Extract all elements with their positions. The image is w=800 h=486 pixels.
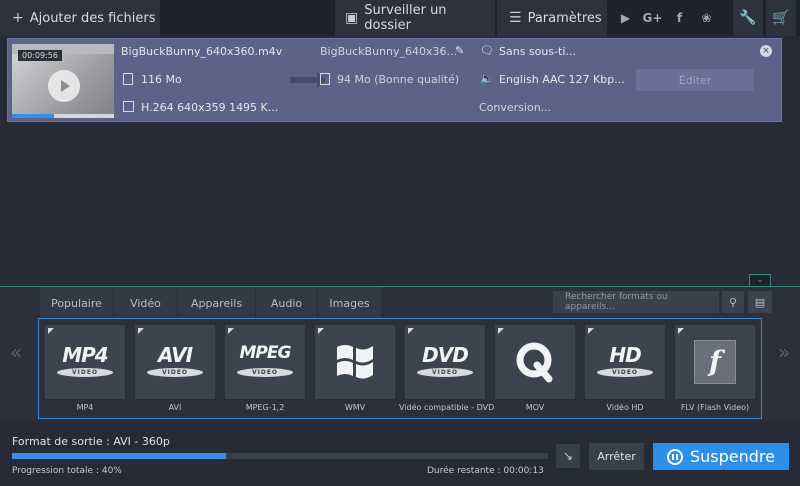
device-detect-icon[interactable]: ▤ [748, 291, 772, 313]
conversion-status: Conversion... [479, 101, 552, 114]
format-label: MPEG-1,2 [245, 403, 285, 412]
mp4-logo: MP4 [62, 343, 108, 367]
add-files-label: Ajouter des fichiers [29, 10, 156, 26]
settings-label: Paramètres [527, 10, 602, 26]
search-icon[interactable]: ⚲ [722, 291, 744, 313]
suspend-button[interactable]: Suspendre [653, 443, 789, 470]
tab-images[interactable]: Images [318, 287, 382, 319]
scroll-right-icon[interactable]: » [778, 340, 790, 364]
settings-button[interactable]: ☰ Paramètres [497, 0, 607, 36]
format-label: MOV [525, 403, 545, 412]
close-icon[interactable]: × [760, 45, 772, 57]
format-tile-dvd[interactable]: DVD VIDEO [405, 325, 485, 399]
stop-label: Arrêter [597, 450, 636, 463]
format-tile-avi[interactable]: AVI VIDEO [135, 325, 215, 399]
pause-icon [667, 448, 683, 465]
tab-audio[interactable]: Audio [256, 287, 318, 319]
duration-badge: 00:09:56 [18, 50, 62, 61]
video-thumbnail[interactable]: 00:09:56 [12, 44, 114, 118]
format-search-input[interactable]: Rechercher formats ou appareils... [553, 291, 719, 313]
quicktime-logo-icon [516, 342, 553, 383]
camera-folder-icon: ▣ [345, 10, 359, 26]
format-tile-mov[interactable] [495, 325, 575, 399]
watch-folder-label: Surveiller un dossier [364, 3, 447, 33]
source-codec: H.264 640x359 1495 K... [141, 101, 279, 114]
collapse-panel-chevron-icon[interactable]: ⌄ [749, 274, 771, 286]
avi-logo: AVI [157, 343, 193, 367]
vk-icon[interactable]: ❀ [693, 11, 720, 25]
hd-logo: HD [609, 343, 641, 367]
scroll-left-icon[interactable]: « [10, 340, 22, 364]
flash-logo-icon: f [694, 340, 736, 384]
format-label: FLV (Flash Video) [680, 403, 750, 412]
format-tile-mpeg[interactable]: MPEG VIDEO [225, 325, 305, 399]
menu-icon: ☰ [509, 10, 522, 26]
google-plus-icon[interactable]: G+ [639, 11, 666, 25]
youtube-icon[interactable]: ▶ [612, 11, 639, 25]
source-size: 116 Mo [141, 73, 182, 86]
facebook-icon[interactable]: f [666, 11, 693, 25]
format-tile-hd[interactable]: HD VIDEO [585, 325, 665, 399]
total-progress-text: Progression totale : 40% [12, 466, 122, 476]
play-icon[interactable] [48, 70, 80, 102]
output-filename: BigBuckBunny_640x36... [320, 45, 457, 58]
top-toolbar: + Ajouter des fichiers ▣ Surveiller un d… [0, 0, 800, 36]
tab-appareils[interactable]: Appareils [178, 287, 256, 319]
format-tile-flv[interactable]: f [675, 325, 755, 399]
source-filename: BigBuckBunny_640x360.m4v [121, 45, 283, 58]
subtitles-select[interactable]: Sans sous-ti... [499, 45, 576, 58]
format-label: AVI [168, 403, 182, 412]
suspend-label: Suspendre [690, 447, 775, 466]
convert-arrow-icon [290, 72, 326, 88]
format-label: WMV [344, 403, 366, 412]
subtitle-icon: 🗨 [480, 44, 494, 57]
social-links: ▶ G+ f ❀ [612, 0, 720, 36]
wrench-icon[interactable]: 🔧 [733, 0, 763, 36]
edit-label: Éditer [678, 73, 712, 87]
film-icon [123, 101, 134, 112]
file-icon [123, 73, 133, 85]
open-output-folder-icon[interactable]: ↘ [556, 444, 580, 468]
format-label: MP4 [76, 403, 94, 412]
format-list: MP4 VIDEO MP4 AVI VIDEO AVI MPEG VIDEO M… [38, 318, 762, 419]
plus-icon: + [12, 10, 24, 26]
dvd-logo: DVD [422, 343, 469, 367]
file-item[interactable]: 00:09:56 BigBuckBunny_640x360.m4v 116 Mo… [7, 38, 782, 122]
cart-icon[interactable]: 🛒 [766, 0, 796, 36]
edit-button[interactable]: Éditer [636, 69, 754, 91]
output-size[interactable]: 94 Mo (Bonne qualité) [337, 73, 459, 86]
format-tile-wmv[interactable] [315, 325, 395, 399]
format-label: Vidéo compatible - DVD [399, 403, 495, 412]
format-label: Vidéo HD [606, 403, 644, 412]
format-tile-mp4[interactable]: MP4 VIDEO [45, 325, 125, 399]
tab-populaire[interactable]: Populaire [40, 287, 114, 319]
audio-track-select[interactable]: English AAC 127 Kbp... [499, 73, 625, 86]
pencil-icon[interactable]: ✎ [455, 44, 464, 57]
thumbnail-progress [12, 114, 114, 118]
format-tabs: Populaire Vidéo Appareils Audio Images [40, 287, 382, 319]
total-progress-bar [12, 453, 548, 459]
mpeg-logo: MPEG [239, 343, 292, 363]
speaker-icon: 🔈 [480, 72, 494, 85]
stop-button[interactable]: Arrêter [589, 443, 644, 470]
windows-logo-icon [337, 345, 373, 379]
output-format-label[interactable]: Format de sortie : AVI - 360p [12, 435, 170, 448]
add-files-button[interactable]: + Ajouter des fichiers [0, 0, 160, 36]
watch-folder-button[interactable]: ▣ Surveiller un dossier [335, 0, 495, 36]
tab-video[interactable]: Vidéo [114, 287, 178, 319]
file-icon [320, 73, 330, 85]
remaining-time-text: Durée restante : 00:00:13 [427, 466, 544, 476]
